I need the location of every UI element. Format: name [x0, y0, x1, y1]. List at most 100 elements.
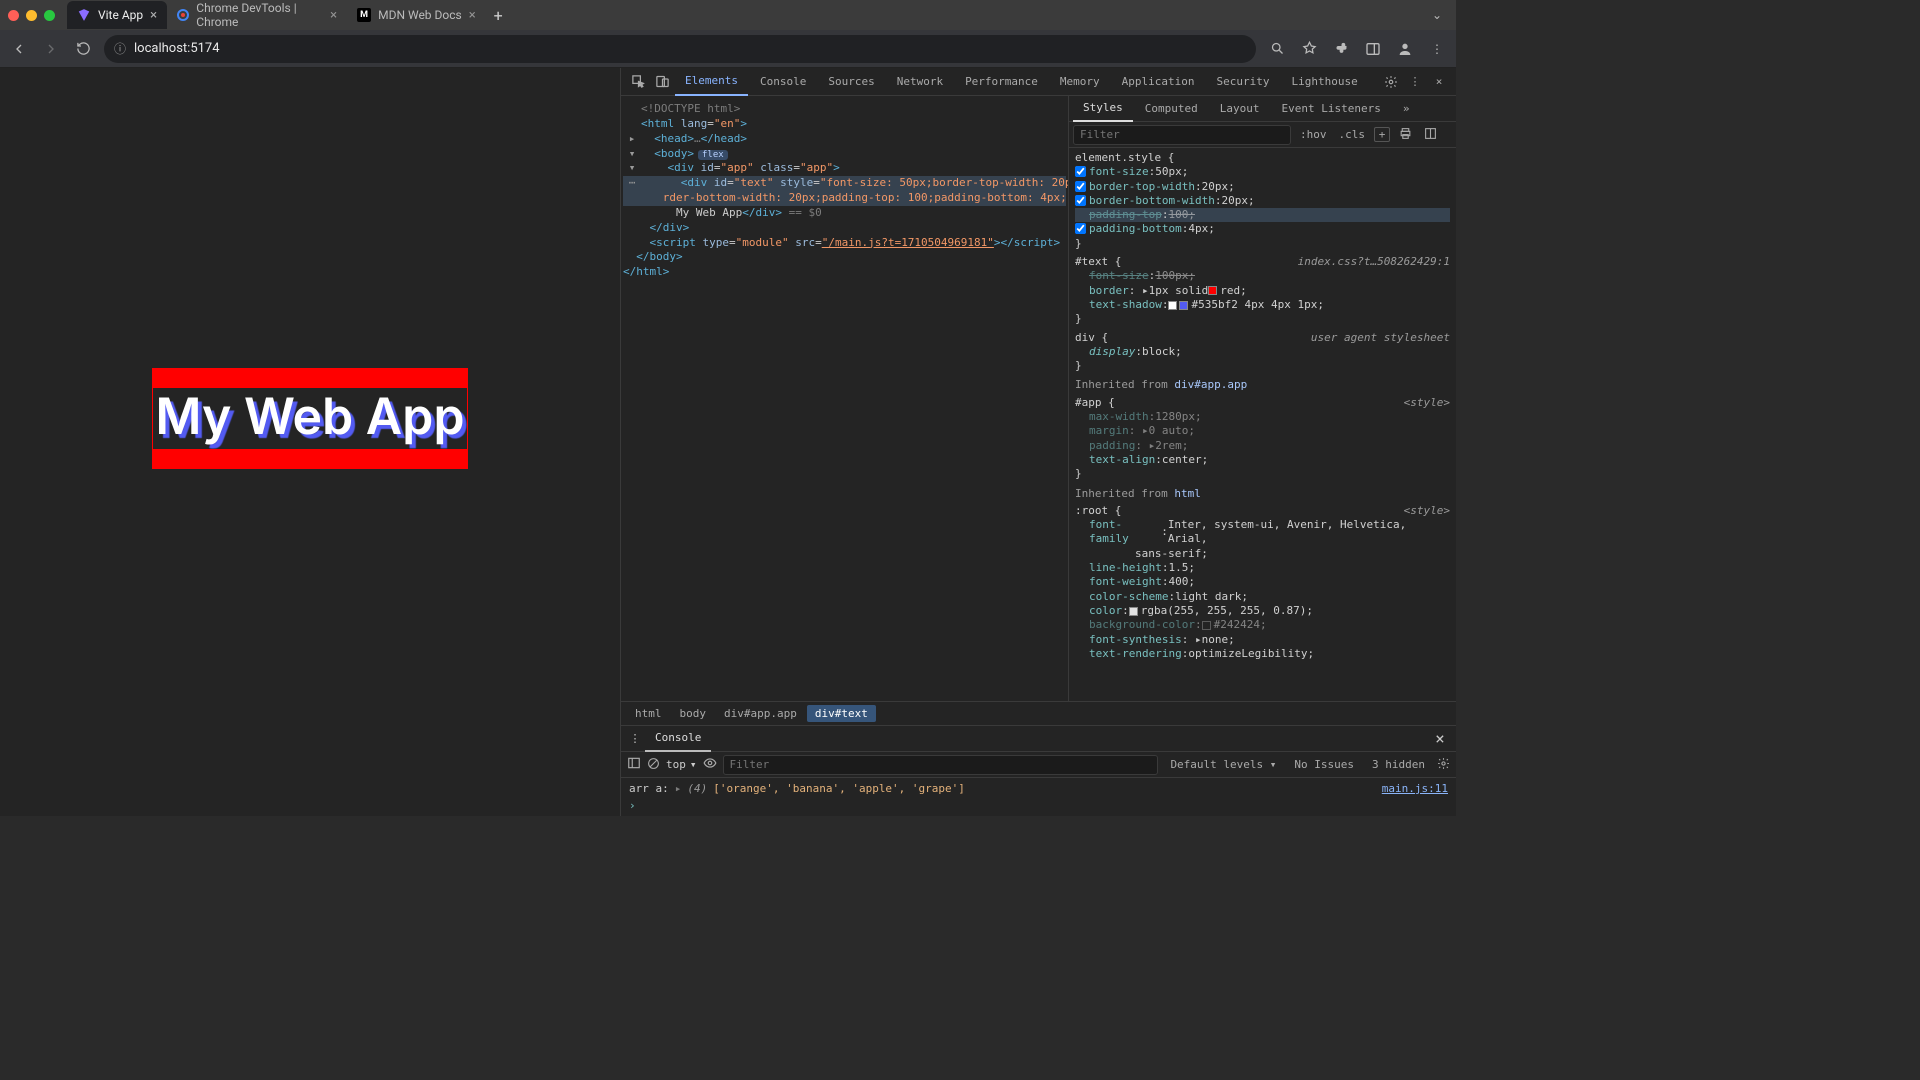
tab-title: MDN Web Docs: [378, 8, 462, 22]
hov-button[interactable]: :hov: [1297, 128, 1330, 141]
console-prompt[interactable]: ›: [629, 795, 1448, 812]
prop-toggle[interactable]: [1075, 166, 1086, 177]
console-toolbar: top ▾ Default levels ▾ No Issues 3 hidde…: [621, 752, 1456, 778]
subtab-styles[interactable]: Styles: [1073, 96, 1133, 122]
live-expression-icon[interactable]: [703, 756, 717, 773]
main-area: My Web App Elements Console Sources Netw…: [0, 68, 1456, 816]
demo-text: My Web App: [152, 368, 467, 469]
issues-chip[interactable]: No Issues: [1288, 758, 1360, 771]
close-icon[interactable]: ×: [330, 8, 337, 23]
tab-network[interactable]: Network: [887, 68, 953, 96]
gear-icon[interactable]: [1437, 757, 1450, 773]
tab-vite-app[interactable]: Vite App ×: [67, 1, 167, 29]
rule-text: #text {index.css?t…508262429:1 font-size…: [1069, 254, 1456, 329]
devtools: Elements Console Sources Network Perform…: [620, 68, 1456, 816]
window-controls: [8, 10, 55, 21]
profile-icon[interactable]: [1394, 38, 1416, 60]
reload-button[interactable]: [72, 38, 94, 60]
favicon: M: [357, 8, 371, 22]
address-bar[interactable]: ⓘ localhost:5174: [104, 35, 1256, 63]
inherited-from-app: Inherited from div#app.app: [1069, 376, 1456, 394]
tab-title: Chrome DevTools | Chrome: [196, 1, 323, 29]
chevron-down-icon: ▾: [690, 758, 697, 771]
subtab-layout[interactable]: Layout: [1210, 96, 1270, 122]
prop-toggle[interactable]: [1075, 223, 1086, 234]
tab-elements[interactable]: Elements: [675, 68, 748, 96]
tab-performance[interactable]: Performance: [955, 68, 1048, 96]
inherited-from-html: Inherited from html: [1069, 485, 1456, 503]
inspect-icon[interactable]: [627, 74, 649, 89]
tab-application[interactable]: Application: [1112, 68, 1205, 96]
device-toggle-icon[interactable]: [651, 74, 673, 89]
site-info-icon[interactable]: ⓘ: [114, 40, 126, 57]
new-rule-button[interactable]: +: [1374, 127, 1390, 142]
app-root: My Web App: [152, 368, 467, 469]
dom-tree[interactable]: <!DOCTYPE html> <html lang="en"> ▸ <head…: [621, 96, 1068, 701]
close-icon[interactable]: ×: [1428, 75, 1450, 88]
rule-element-style: element.style { font-size: 50px; border-…: [1069, 150, 1456, 254]
console-log-line: arr a: ▸ (4) ['orange', 'banana', 'apple…: [629, 782, 1448, 795]
more-icon[interactable]: »: [1393, 96, 1420, 122]
crumb-selected[interactable]: div#text: [807, 705, 876, 722]
extensions-icon[interactable]: [1330, 38, 1352, 60]
styles-filter-row: :hov .cls +: [1069, 122, 1456, 148]
drawer-tab-console[interactable]: Console: [645, 726, 711, 752]
minimize-window-button[interactable]: [26, 10, 37, 21]
side-panel-icon[interactable]: [1362, 38, 1384, 60]
tab-mdn[interactable]: M MDN Web Docs ×: [347, 1, 486, 29]
log-source-link[interactable]: main.js:11: [1382, 782, 1448, 795]
style-rules[interactable]: element.style { font-size: 50px; border-…: [1069, 148, 1456, 701]
close-icon[interactable]: ×: [150, 8, 157, 23]
prop-toggle[interactable]: [1075, 195, 1086, 206]
chevron-down-icon[interactable]: ⌄: [1426, 4, 1448, 26]
dom-breadcrumbs: html body div#app.app div#text: [621, 701, 1456, 725]
url-text: localhost:5174: [134, 41, 220, 56]
hidden-chip[interactable]: 3 hidden: [1366, 758, 1431, 771]
kebab-icon[interactable]: ⋮: [625, 732, 645, 745]
close-icon[interactable]: ×: [1428, 729, 1452, 748]
subtab-computed[interactable]: Computed: [1135, 96, 1208, 122]
prop-toggle[interactable]: [1075, 181, 1086, 192]
computed-toggle-icon[interactable]: [1421, 127, 1440, 143]
tab-devtools[interactable]: Chrome DevTools | Chrome ×: [167, 1, 347, 29]
favicon: [177, 8, 189, 22]
tab-lighthouse[interactable]: Lighthouse: [1282, 68, 1368, 96]
forward-button[interactable]: [40, 38, 62, 60]
devtools-tabbar: Elements Console Sources Network Perform…: [621, 68, 1456, 96]
levels-selector[interactable]: Default levels ▾: [1164, 758, 1282, 771]
tab-sources[interactable]: Sources: [818, 68, 884, 96]
crumb[interactable]: html: [627, 705, 670, 722]
crumb[interactable]: div#app.app: [716, 705, 805, 722]
zoom-icon[interactable]: [1266, 38, 1288, 60]
styles-pane: Styles Computed Layout Event Listeners »…: [1068, 96, 1456, 701]
styles-filter-input[interactable]: [1073, 125, 1291, 145]
subtab-event-listeners[interactable]: Event Listeners: [1271, 96, 1390, 122]
new-tab-button[interactable]: +: [486, 6, 511, 25]
tab-memory[interactable]: Memory: [1050, 68, 1110, 96]
rule-root: :root {<style> font-family: Inter, syste…: [1069, 503, 1456, 664]
close-window-button[interactable]: [8, 10, 19, 21]
menu-icon[interactable]: ⋮: [1426, 38, 1448, 60]
devtools-panels: <!DOCTYPE html> <html lang="en"> ▸ <head…: [621, 96, 1456, 701]
crumb[interactable]: body: [672, 705, 715, 722]
rule-div-ua: div {user agent stylesheet display: bloc…: [1069, 330, 1456, 377]
tab-security[interactable]: Security: [1207, 68, 1280, 96]
selected-node[interactable]: ⋯ <div id="text" style="font-size: 50px;…: [623, 176, 1066, 191]
kebab-icon[interactable]: ⋮: [1404, 75, 1426, 88]
bookmark-icon[interactable]: [1298, 38, 1320, 60]
sidebar-toggle-icon[interactable]: [627, 756, 641, 773]
context-selector[interactable]: top ▾: [666, 758, 697, 771]
tab-console[interactable]: Console: [750, 68, 816, 96]
maximize-window-button[interactable]: [44, 10, 55, 21]
console-filter-input[interactable]: [723, 755, 1159, 775]
browser-toolbar: ⓘ localhost:5174 ⋮: [0, 30, 1456, 68]
gear-icon[interactable]: [1380, 75, 1402, 89]
close-icon[interactable]: ×: [469, 8, 476, 23]
browser-tabstrip: Vite App × Chrome DevTools | Chrome × M …: [0, 0, 1456, 30]
cls-button[interactable]: .cls: [1336, 128, 1369, 141]
print-icon[interactable]: [1396, 127, 1415, 143]
favicon: [77, 8, 91, 22]
clear-console-icon[interactable]: [647, 757, 660, 773]
console-body[interactable]: arr a: ▸ (4) ['orange', 'banana', 'apple…: [621, 778, 1456, 816]
back-button[interactable]: [8, 38, 30, 60]
